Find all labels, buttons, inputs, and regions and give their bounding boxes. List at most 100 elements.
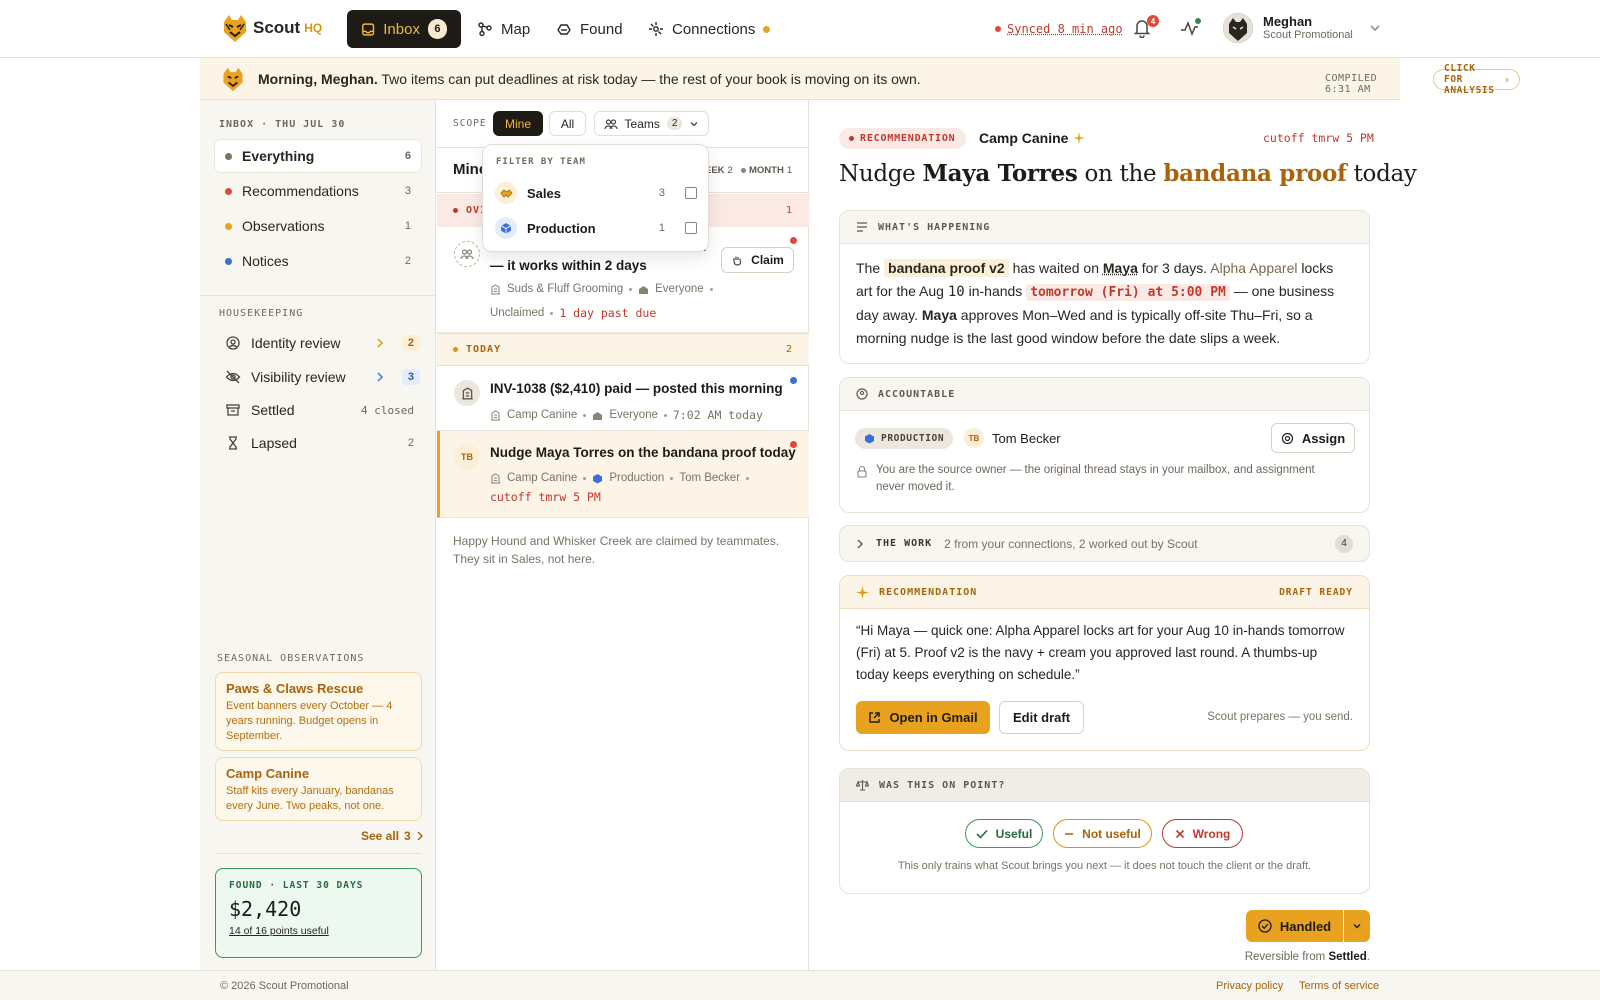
seasonal-card-paws-claws[interactable]: Paws & Claws Rescue Event banners every … [215, 672, 422, 751]
the-work-row[interactable]: THE WORK 2 from your connections, 2 work… [839, 525, 1370, 562]
month-filter[interactable]: MONTH 1 [741, 165, 792, 176]
seasonal-header: SEASONAL OBSERVATIONS [217, 653, 365, 664]
list-item-state: Unclaimed [490, 307, 545, 319]
inbox-count-badge: 6 [427, 19, 447, 39]
month-count: 1 [786, 165, 793, 176]
meta-separator [709, 287, 713, 291]
sidebar-item-count: 6 [404, 150, 411, 162]
sync-status[interactable]: Synced 8 min ago [995, 22, 1123, 36]
sparkle-icon [856, 585, 869, 599]
scope-mine-button[interactable]: Mine [493, 111, 543, 136]
feedback-wrong-label: Wrong [1192, 826, 1231, 841]
sidebar-item-label: Everything [242, 148, 315, 164]
seasonal-card-title: Camp Canine [226, 766, 310, 781]
feedback-useful-label: Useful [995, 826, 1033, 841]
sidebar-item-notices[interactable]: Notices 2 [215, 245, 421, 277]
month-label: MONTH [749, 165, 784, 176]
handled-label: Handled [1279, 918, 1332, 934]
detail-client[interactable]: Camp Canine [979, 130, 1086, 146]
maya-link[interactable]: Maya [922, 307, 957, 323]
dash-icon [1065, 832, 1074, 835]
footer: © 2026 Scout Promotional Privacy policy … [0, 970, 1600, 1000]
production-checkbox[interactable] [685, 222, 697, 234]
unclaimed-avatar [454, 241, 480, 267]
sidebar-divider [201, 295, 436, 296]
sales-checkbox[interactable] [685, 187, 697, 199]
meta-separator [583, 413, 587, 417]
handled-button[interactable]: Handled [1246, 910, 1343, 942]
feedback-useful-button[interactable]: Useful [965, 819, 1043, 848]
filter-option-count: 3 [658, 187, 665, 199]
feedback-not-useful-button[interactable]: Not useful [1053, 819, 1152, 848]
open-in-gmail-button[interactable]: Open in Gmail [856, 701, 990, 734]
detail-title-part: Nudge [839, 161, 923, 187]
list-item-nudge-maya[interactable]: TB Nudge Maya Torres on the bandana proo… [437, 431, 809, 518]
happening-text: The [856, 260, 885, 276]
teams-dropdown[interactable]: Teams 2 [594, 111, 709, 136]
compiled-time: COMPILED 6:31 AM [1325, 73, 1378, 95]
user-org: Scout Promotional [1263, 28, 1353, 41]
user-avatar [1223, 13, 1253, 43]
eye-off-icon [225, 370, 241, 384]
the-work-label: THE WORK [876, 538, 933, 549]
today-label: TODAY [466, 344, 502, 355]
nav-map[interactable]: Map [463, 10, 544, 48]
edit-draft-button[interactable]: Edit draft [999, 701, 1084, 734]
sidebar-item-settled[interactable]: Settled 4 closed [225, 396, 420, 424]
feedback-card: WAS THIS ON POINT? Useful Not useful Wro… [839, 768, 1370, 894]
feedback-title: WAS THIS ON POINT? [879, 779, 1006, 791]
nav-connections[interactable]: Connections [634, 10, 784, 48]
scout-logo[interactable]: Scout HQ [220, 12, 322, 44]
identity-icon [226, 336, 240, 350]
sidebar-item-recommendations[interactable]: Recommendations 3 [215, 175, 421, 207]
sidebar-item-lapsed[interactable]: Lapsed 2 [225, 429, 420, 457]
reversible-target[interactable]: Settled [1328, 951, 1366, 963]
analysis-button[interactable]: CLICK FOR ANALYSIS [1433, 63, 1520, 96]
nav-inbox[interactable]: Inbox 6 [347, 10, 461, 48]
maya-link[interactable]: Maya [1103, 260, 1138, 276]
brand-name: Scout [253, 18, 301, 37]
detail-client-name: Camp Canine [979, 130, 1069, 146]
sidebar-item-identity-review[interactable]: Identity review 2 [225, 329, 420, 357]
assignee-name: Tom Becker [992, 430, 1061, 446]
user-menu[interactable]: Meghan Scout Promotional [1223, 13, 1381, 43]
found-sub[interactable]: 14 of 16 points useful [229, 925, 408, 937]
notices-dot [225, 257, 232, 265]
avatar-tiger-icon [1223, 13, 1253, 43]
handled-options-button[interactable] [1344, 910, 1370, 942]
list-item-owner: Tom Becker [679, 472, 741, 484]
scope-all-button[interactable]: All [549, 111, 586, 136]
teams-label: Teams [624, 116, 660, 131]
activity-button[interactable] [1180, 18, 1202, 38]
sidebar-divider [215, 853, 422, 854]
chevron-right-icon [1505, 77, 1509, 82]
filter-option-sales[interactable]: Sales 3 [495, 178, 697, 208]
list-item-title: Nudge Maya Torres on the bandana proof t… [490, 445, 796, 460]
terms-link[interactable]: Terms of service [1299, 980, 1379, 992]
vendor-name[interactable]: Alpha Apparel [1210, 260, 1297, 276]
seasonal-card-camp-canine[interactable]: Camp Canine Staff kits every January, ba… [215, 757, 422, 821]
found-icon [557, 24, 571, 35]
draft-message: “Hi Maya — quick one: Alpha Apparel lock… [856, 623, 1345, 682]
sidebar-item-visibility-review[interactable]: Visibility review 3 [225, 363, 420, 391]
assign-button[interactable]: Assign [1271, 423, 1355, 453]
proof-highlight[interactable]: bandana proof v2 [884, 259, 1009, 277]
nav-found-label: Found [580, 20, 623, 38]
sidebar-item-label: Settled [251, 402, 295, 418]
settled-count: 4 closed [361, 403, 414, 417]
detail-title-person: Maya Torres [922, 160, 1078, 187]
feedback-wrong-button[interactable]: Wrong [1162, 819, 1243, 848]
nav-found[interactable]: Found [542, 10, 637, 48]
filter-option-production[interactable]: Production 1 [495, 213, 697, 243]
list-item-inv-1038[interactable]: INV-1038 ($2,410) paid — posted this mor… [437, 367, 809, 431]
recommendation-tag-label: RECOMMENDATION [860, 133, 956, 144]
found-summary-card[interactable]: FOUND · LAST 30 DAYS $2,420 14 of 16 poi… [215, 868, 422, 958]
client-avatar [454, 380, 480, 406]
privacy-link[interactable]: Privacy policy [1216, 980, 1283, 992]
claim-button[interactable]: Claim [721, 247, 794, 273]
sidebar-item-everything[interactable]: Everything 6 [215, 140, 421, 172]
week-filter[interactable]: EEK 2 [705, 165, 733, 176]
sidebar-item-observations[interactable]: Observations 1 [215, 210, 421, 242]
feedback-note: This only trains what Scout brings you n… [897, 860, 1312, 872]
see-all-link[interactable]: See all 3 [361, 829, 424, 843]
